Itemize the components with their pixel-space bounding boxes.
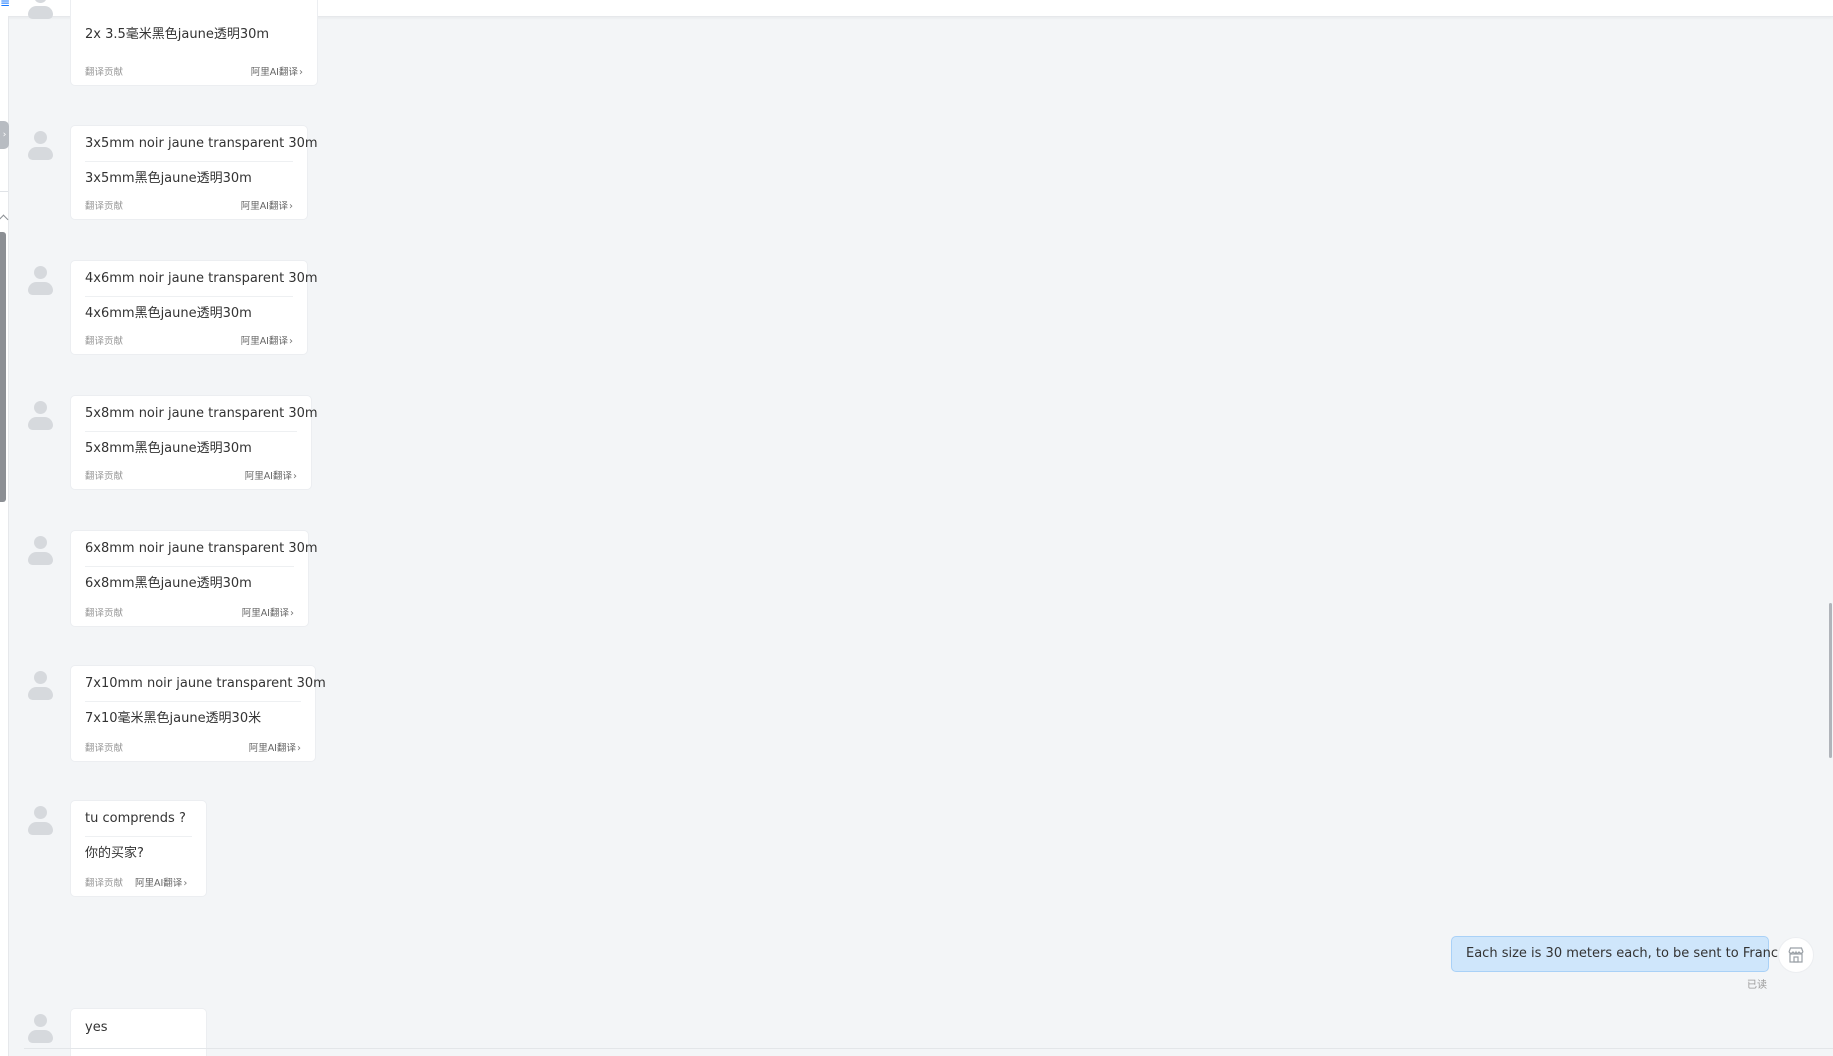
user-avatar-icon: [27, 671, 53, 703]
ai-translate-label: 阿里AI翻译: [240, 336, 288, 347]
ai-translate-link[interactable]: 阿里AI翻译›: [241, 336, 293, 348]
translation-contribution-link[interactable]: 翻译贡献: [85, 67, 123, 79]
input-area-divider: [24, 1048, 1833, 1049]
message-bubble: 7x10mm noir jaune transparent 30m 7x10毫米…: [70, 665, 326, 762]
translation-contribution-link[interactable]: 翻译贡献: [85, 336, 123, 348]
message-original: 3x5mm noir jaune transparent 30m: [85, 126, 318, 162]
ai-translate-link[interactable]: 阿里AI翻译›: [245, 471, 297, 483]
ai-translate-label: 阿里AI翻译: [135, 878, 183, 889]
message-original: 6x8mm noir jaune transparent 30m: [85, 531, 318, 567]
message-footer: 翻译贡献 阿里AI翻译›: [85, 201, 293, 213]
translation-contribution-link[interactable]: 翻译贡献: [85, 608, 123, 620]
message-original: yes: [85, 1020, 108, 1035]
message-footer: 翻译贡献 阿里AI翻译›: [85, 471, 297, 483]
chevron-right-icon: ›: [289, 201, 293, 212]
ai-translate-label: 阿里AI翻译: [250, 67, 298, 78]
message-bubble: 4x6mm noir jaune transparent 30m 4x6mm黑色…: [70, 260, 318, 355]
translation-contribution-link[interactable]: 翻译贡献: [85, 471, 123, 483]
message-bubble: 2x 3.5毫米黑色jaune透明30m 翻译贡献 阿里AI翻译›: [70, 0, 318, 86]
message-original: 7x10mm noir jaune transparent 30m: [85, 666, 326, 702]
ai-translate-label: 阿里AI翻译: [240, 201, 288, 212]
top-edge-icon: ≡: [0, 0, 11, 10]
ai-translate-link[interactable]: 阿里AI翻译›: [135, 878, 187, 890]
translation-contribution-link[interactable]: 翻译贡献: [85, 743, 123, 755]
chevron-right-icon: ›: [183, 878, 188, 889]
chevron-right-icon: ›: [290, 608, 294, 619]
shop-icon: [1778, 937, 1814, 973]
ai-translate-link[interactable]: 阿里AI翻译›: [249, 743, 301, 755]
rail-divider: [0, 191, 8, 192]
ai-translate-label: 阿里AI翻译: [244, 471, 292, 482]
message-original: tu comprends ?: [85, 801, 192, 837]
user-avatar-icon: [27, 1014, 53, 1046]
message-translation: 4x6mm黑色jaune透明30m: [85, 306, 252, 321]
message-translation: 2x 3.5毫米黑色jaune透明30m: [85, 27, 270, 42]
message-translation: 6x8mm黑色jaune透明30m: [85, 576, 252, 591]
ai-translate-link[interactable]: 阿里AI翻译›: [241, 201, 293, 213]
message-original: 4x6mm noir jaune transparent 30m: [85, 261, 318, 297]
chevron-right-icon: ›: [289, 336, 293, 347]
message-footer: 翻译贡献 阿里AI翻译›: [85, 878, 192, 890]
sent-message-bubble: Each size is 30 meters each, to be sent …: [1451, 936, 1793, 972]
message-original: 5x8mm noir jaune transparent 30m: [85, 396, 318, 432]
ai-translate-link[interactable]: 阿里AI翻译›: [242, 608, 294, 620]
user-avatar-icon: [27, 266, 53, 298]
message-bubble: 5x8mm noir jaune transparent 30m 5x8mm黑色…: [70, 395, 318, 490]
message-translation: 你的买家?: [85, 846, 144, 861]
shop-icon-graphic: [1788, 947, 1804, 963]
message-translation: 3x5mm黑色jaune透明30m: [85, 171, 252, 186]
translation-contribution-link[interactable]: 翻译贡献: [85, 201, 123, 213]
ai-translate-link[interactable]: 阿里AI翻译›: [251, 67, 303, 79]
translation-contribution-link[interactable]: 翻译贡献: [85, 878, 123, 890]
message-translation: 7x10毫米黑色jaune透明30米: [85, 711, 262, 726]
user-avatar-icon: [27, 0, 53, 22]
user-avatar-icon: [27, 401, 53, 433]
chevron-right-icon: ›: [297, 743, 301, 754]
chevron-right-icon: ›: [293, 471, 297, 482]
left-scrollbar-thumb[interactable]: [0, 232, 6, 502]
message-translation: 5x8mm黑色jaune透明30m: [85, 441, 252, 456]
chat-scrollbar-thumb[interactable]: [1829, 603, 1832, 758]
left-rail: [0, 16, 9, 1056]
message-bubble: 3x5mm noir jaune transparent 30m 3x5mm黑色…: [70, 125, 318, 220]
message-footer: 翻译贡献 阿里AI翻译›: [85, 608, 294, 620]
message-footer: 翻译贡献 阿里AI翻译›: [85, 67, 303, 79]
message-footer: 翻译贡献 阿里AI翻译›: [85, 743, 301, 755]
collapse-arrow-icon[interactable]: ›: [0, 121, 9, 149]
chevron-right-icon: ›: [299, 67, 303, 78]
user-avatar-icon: [27, 536, 53, 568]
user-avatar-icon: [27, 131, 53, 163]
message-bubble: tu comprends ? 你的买家? 翻译贡献 阿里AI翻译›: [70, 800, 207, 897]
ai-translate-label: 阿里AI翻译: [241, 608, 289, 619]
ai-translate-label: 阿里AI翻译: [248, 743, 296, 754]
message-bubble: 6x8mm noir jaune transparent 30m 6x8mm黑色…: [70, 530, 318, 627]
read-status: 已读: [1747, 980, 1767, 991]
user-avatar-icon: [27, 806, 53, 838]
message-footer: 翻译贡献 阿里AI翻译›: [85, 336, 293, 348]
